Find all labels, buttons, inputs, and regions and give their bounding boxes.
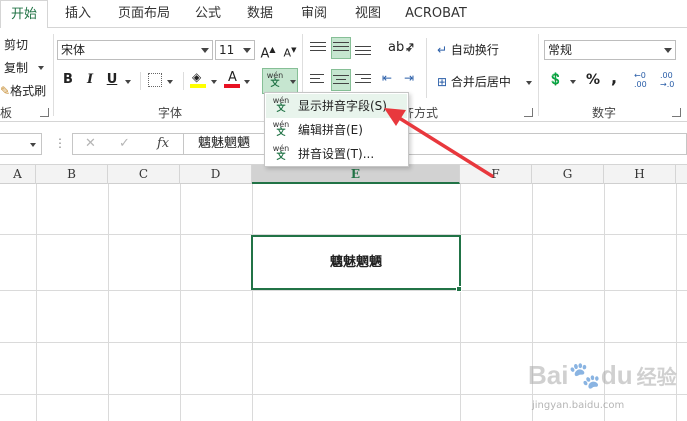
watermark-brand: Bai🐾du 经验 — [528, 360, 677, 391]
watermark-brand-text: Bai — [528, 360, 569, 390]
annotation-arrow-icon — [384, 108, 494, 178]
watermark-sub: 经验 — [636, 367, 677, 389]
baidu-watermark: Bai🐾du 经验 jingyan.baidu.com — [528, 360, 678, 418]
paw-icon: 🐾 — [568, 360, 601, 390]
watermark-url: jingyan.baidu.com — [532, 400, 625, 411]
watermark-brand-suffix: du — [600, 360, 633, 390]
